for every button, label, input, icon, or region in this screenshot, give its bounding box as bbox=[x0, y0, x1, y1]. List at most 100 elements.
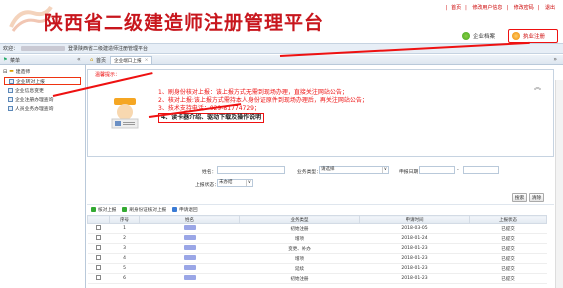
verify-report-button[interactable]: 核对上报 bbox=[91, 207, 116, 213]
link-edit-user[interactable]: 修改用户信息 bbox=[472, 5, 502, 11]
col-no: 序号 bbox=[109, 215, 140, 224]
sidebar-group[interactable]: ⊟ ▬ 建造师 bbox=[0, 67, 85, 76]
name-redacted bbox=[183, 255, 196, 260]
table-row[interactable]: 4 增项 2018-01-23 已提交 bbox=[87, 253, 547, 264]
sidebar-item-report[interactable]: 企业转对上报 bbox=[4, 77, 81, 85]
sidebar: ⊟ ▬ 建造师 企业转对上报 企业信息变更 企业注册办理查询 人员业务办理查询 bbox=[0, 65, 86, 288]
collapse-sidebar-icon[interactable]: « bbox=[77, 56, 81, 63]
row-checkbox[interactable] bbox=[87, 233, 110, 244]
row-name bbox=[139, 273, 240, 284]
row-no: 6 bbox=[109, 273, 140, 284]
col-name: 姓名 bbox=[139, 215, 240, 224]
scrollbar[interactable] bbox=[555, 80, 563, 288]
row-date: 2018-01-23 bbox=[359, 253, 470, 264]
notice-lines: 1、刷身份核对上报：该上报方式无需到现场办理，直接关注网站公告； 2、核对上报:… bbox=[158, 89, 368, 123]
table-row[interactable]: 3 变更、补办 2018-01-23 已提交 bbox=[87, 243, 547, 254]
check-icon bbox=[91, 207, 96, 212]
row-status: 已提交 bbox=[469, 253, 547, 264]
return-icon bbox=[172, 207, 178, 212]
row-status: 已提交 bbox=[469, 223, 547, 234]
row-no: 4 bbox=[109, 253, 140, 264]
menu-icon: ⚑ bbox=[3, 57, 8, 63]
chevron-down-icon: ∨ bbox=[245, 180, 251, 186]
row-checkbox[interactable] bbox=[87, 273, 110, 284]
item-icon bbox=[8, 88, 13, 93]
row-checkbox[interactable] bbox=[87, 223, 110, 234]
tip-label: 温馨提示： bbox=[95, 72, 121, 78]
company-archive-button[interactable]: 企业档案 bbox=[462, 30, 495, 42]
main-content: 温馨提示： ︽ 1、刷身份核对上报：该上报方式无需到现场办理，直接关注网站公告；… bbox=[87, 65, 554, 288]
row-name bbox=[139, 263, 240, 274]
tab-company-report[interactable]: 企业端口上报 × bbox=[110, 56, 153, 64]
row-checkbox[interactable] bbox=[87, 253, 110, 264]
status-select[interactable]: 未办结 ∨ bbox=[217, 179, 253, 187]
col-status: 上报状态 bbox=[469, 215, 547, 224]
row-status: 已提交 bbox=[469, 263, 547, 274]
practice-registration-button[interactable]: 执业注册 bbox=[508, 29, 558, 43]
table-row[interactable]: 2 增项 2018-01-24 已提交 bbox=[87, 233, 547, 244]
collapse-icon[interactable]: ︽ bbox=[534, 82, 541, 92]
row-no: 5 bbox=[109, 263, 140, 274]
item-icon bbox=[8, 106, 13, 111]
folder-icon: ▬ bbox=[9, 69, 14, 74]
link-home[interactable]: 首页 bbox=[451, 5, 461, 11]
close-tab-icon[interactable]: × bbox=[145, 58, 149, 63]
username-redacted bbox=[21, 46, 66, 51]
tab-home[interactable]: 首页 bbox=[96, 57, 106, 64]
toolbar: 核对上报 刷身份证核对上报 申请退回 bbox=[87, 204, 554, 214]
clear-button[interactable]: 清除 bbox=[529, 193, 544, 202]
link-change-password[interactable]: 修改密码 bbox=[514, 5, 534, 11]
row-type: 初始注册 bbox=[239, 273, 360, 284]
home-icon: ⌂ bbox=[90, 57, 94, 63]
row-date: 2018-01-23 bbox=[359, 243, 470, 254]
name-redacted bbox=[183, 265, 196, 270]
row-date: 2018-01-24 bbox=[359, 233, 470, 244]
menu-label: 菜单 bbox=[10, 58, 21, 64]
app-header: 陕西省二级建造师注册管理平台 | 首页 | 修改用户信息 | 修改密码 | 退出 企业档… bbox=[0, 0, 563, 43]
name-redacted bbox=[183, 245, 196, 250]
business-type-select[interactable]: 请选择 ∨ bbox=[319, 166, 389, 174]
item-icon bbox=[8, 97, 13, 102]
notice-line-1: 1、刷身份核对上报：该上报方式无需到现场办理，直接关注网站公告； bbox=[158, 89, 348, 96]
expand-icon[interactable]: » bbox=[553, 56, 557, 63]
row-no: 2 bbox=[109, 233, 140, 244]
link-logout[interactable]: 退出 bbox=[545, 5, 555, 11]
table-row[interactable]: 6 初始注册 2018-01-23 已提交 bbox=[87, 273, 547, 284]
row-status: 已提交 bbox=[469, 243, 547, 254]
row-name bbox=[139, 223, 240, 234]
row-type: 延续 bbox=[239, 263, 360, 274]
table-row[interactable]: 5 延续 2018-01-23 已提交 bbox=[87, 263, 547, 274]
date-end-input[interactable] bbox=[463, 166, 499, 174]
row-checkbox[interactable] bbox=[87, 243, 110, 254]
table-row[interactable]: 1 初始注册 2018-03-05 已提交 bbox=[87, 223, 547, 234]
row-name bbox=[139, 253, 240, 264]
search-form: 姓名： 业务类型： 请选择 ∨ 申报日期： - 上报状态： 未办结 ∨ 搜索 清… bbox=[87, 159, 554, 204]
row-type: 增项 bbox=[239, 233, 360, 244]
search-button[interactable]: 搜索 bbox=[512, 193, 527, 202]
date-start-input[interactable] bbox=[419, 166, 455, 174]
row-checkbox[interactable] bbox=[87, 263, 110, 274]
row-name bbox=[139, 243, 240, 254]
notice-panel: 温馨提示： ︽ 1、刷身份核对上报：该上报方式无需到现场办理，直接关注网站公告；… bbox=[87, 69, 554, 157]
name-redacted bbox=[183, 235, 196, 240]
id-card-icon bbox=[122, 207, 128, 212]
row-type: 初始注册 bbox=[239, 223, 360, 234]
row-status: 已提交 bbox=[469, 233, 547, 244]
sidebar-item-person-query[interactable]: 人员业务办理查询 bbox=[0, 104, 85, 113]
name-input[interactable] bbox=[217, 166, 285, 174]
row-type: 变更、补办 bbox=[239, 243, 360, 254]
row-type: 增项 bbox=[239, 253, 360, 264]
top-links: | 首页 | 修改用户信息 | 修改密码 | 退出 bbox=[445, 5, 555, 11]
minus-icon: ⊟ bbox=[3, 68, 8, 75]
name-redacted bbox=[183, 225, 196, 230]
item-icon bbox=[9, 78, 14, 84]
notice-line-2: 2、核对上报:该上报方式需持本人身份证原件到现场办理后，再关注网站公告； bbox=[158, 97, 368, 104]
apply-return-button[interactable]: 申请退回 bbox=[172, 207, 198, 213]
row-date: 2018-01-23 bbox=[359, 273, 470, 284]
id-card-report-button[interactable]: 刷身份证核对上报 bbox=[122, 207, 166, 213]
records-table: 序号 姓名 业务类型 申请时间 上报状态 1 初始注册 2018-03-05 已提交 2… bbox=[87, 215, 547, 284]
sidebar-item-company-query[interactable]: 企业注册办理查询 bbox=[0, 95, 85, 104]
page-title: 陕西省二级建造师注册管理平台 bbox=[44, 12, 325, 34]
col-date: 申请时间 bbox=[359, 215, 470, 224]
col-type: 业务类型 bbox=[239, 215, 360, 224]
